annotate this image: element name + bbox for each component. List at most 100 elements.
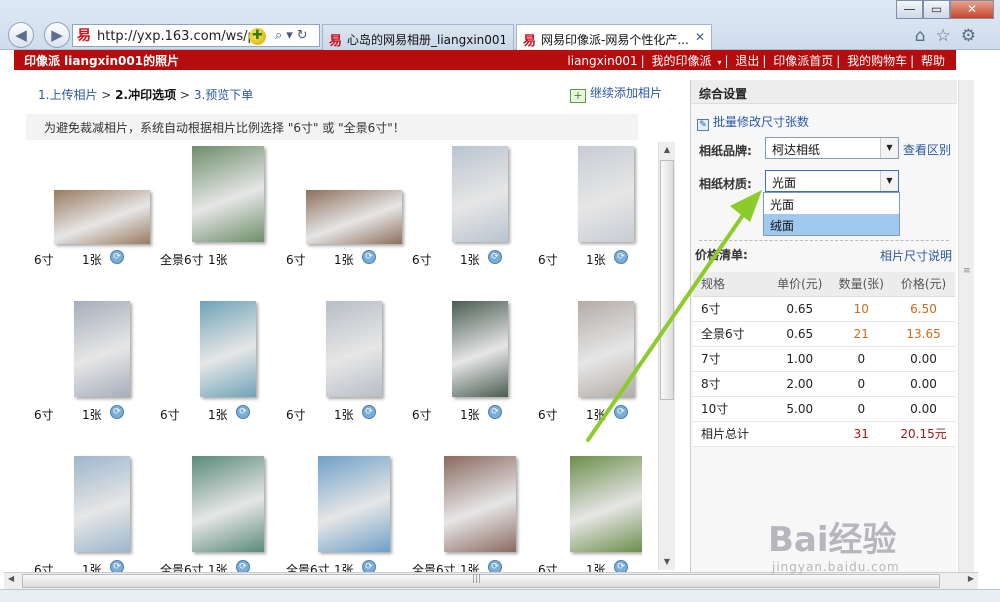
rotate-icon[interactable]: ⟳ (488, 250, 502, 264)
photo-qty[interactable]: 1张 (334, 251, 354, 268)
photo-size[interactable]: 6寸 (538, 561, 558, 572)
photo-size[interactable]: 6寸 (34, 406, 54, 423)
photo-thumbnail[interactable] (192, 456, 264, 552)
photo-item[interactable]: 全景6寸 1张 ⟳ (274, 452, 394, 572)
grid-scrollbar[interactable]: ▲ ▼ (658, 142, 675, 570)
photo-item[interactable]: 6寸 1张 ⟳ (526, 142, 642, 292)
photo-qty[interactable]: 1张 (82, 251, 102, 268)
photo-size[interactable]: 6寸 (538, 406, 558, 423)
photo-thumbnail[interactable] (74, 456, 130, 552)
photo-size[interactable]: 全景6寸 (160, 251, 204, 268)
photo-item[interactable]: 全景6寸 1张 ⟳ (400, 452, 520, 572)
photo-item[interactable]: 6寸 1张 ⟳ (22, 297, 142, 447)
photo-thumbnail[interactable] (192, 146, 264, 242)
chevron-down-icon[interactable]: ▼ (880, 138, 898, 158)
link-my-yinxiangpai[interactable]: 我的印像派 (648, 54, 714, 68)
back-icon[interactable]: ◀ (8, 22, 34, 48)
scroll-down-icon[interactable]: ▼ (659, 554, 675, 570)
photo-size[interactable]: 6寸 (34, 561, 54, 572)
photo-thumbnail[interactable] (318, 456, 390, 552)
photo-size[interactable]: 全景6寸 (412, 561, 456, 572)
forward-icon[interactable]: ▶ (44, 22, 70, 48)
rotate-icon[interactable]: ⟳ (362, 405, 376, 419)
photo-qty[interactable]: 1张 (208, 561, 228, 572)
photo-size[interactable]: 6寸 (412, 406, 432, 423)
photo-qty[interactable]: 1张 (586, 561, 606, 572)
page-scrollbar[interactable]: ≡ (958, 80, 974, 572)
paper-material-select[interactable]: 光面 ▼ (765, 170, 899, 192)
rotate-icon[interactable]: ⟳ (110, 560, 124, 572)
photo-qty[interactable]: 1张 (82, 561, 102, 572)
rotate-icon[interactable]: ⟳ (614, 250, 628, 264)
option-matte[interactable]: 绒面 (764, 214, 899, 235)
chevron-down-icon[interactable]: ▾ (714, 58, 724, 67)
tab-photo-album[interactable]: 易 心岛的网易相册_liangxin001... (322, 24, 514, 50)
photo-size[interactable]: 6寸 (160, 406, 180, 423)
photo-item[interactable]: 6寸 1张 ⟳ (22, 142, 150, 292)
photo-thumbnail[interactable] (578, 146, 634, 242)
link-cart[interactable]: 我的购物车 (844, 54, 910, 68)
close-window-icon[interactable]: ✕ (950, 0, 994, 19)
tab-yinxiangpai[interactable]: 易 网易印像派-网易个性化产... ✕ (516, 24, 712, 51)
photo-thumbnail[interactable] (74, 301, 130, 397)
photo-item[interactable]: 6寸 1张 ⟳ (526, 297, 642, 447)
rotate-icon[interactable]: ⟳ (614, 560, 628, 572)
maximize-icon[interactable]: ▭ (923, 0, 950, 19)
download-plugin-icon[interactable]: ✚ (249, 28, 266, 45)
photo-thumbnail[interactable] (54, 190, 150, 244)
close-tab-icon[interactable]: ✕ (695, 30, 705, 44)
photo-thumbnail[interactable] (578, 301, 634, 397)
photo-thumbnail[interactable] (444, 456, 516, 552)
option-glossy[interactable]: 光面 (764, 193, 899, 214)
photo-item[interactable]: 6寸 1张 ⟳ (526, 452, 642, 572)
settings-gear-icon[interactable]: ⚙ (961, 26, 986, 46)
rotate-icon[interactable]: ⟳ (236, 405, 250, 419)
step-preview-order[interactable]: 3.预览下单 (194, 88, 253, 102)
photo-thumbnail[interactable] (200, 301, 256, 397)
address-bar[interactable]: 易 http://yxp.163.com/ws/ph ✚ ⌕▾↻ (72, 24, 320, 47)
scroll-left-icon[interactable]: ◀ (8, 574, 14, 583)
photo-qty[interactable]: 1张 (334, 406, 354, 423)
photo-thumbnail[interactable] (306, 190, 402, 244)
scroll-thumb[interactable] (660, 160, 674, 400)
photo-size[interactable]: 6寸 (34, 251, 54, 268)
paper-brand-select[interactable]: 柯达相纸 ▼ (765, 137, 899, 159)
photo-qty[interactable]: 1张 (586, 251, 606, 268)
compare-link[interactable]: 查看区别 (903, 141, 951, 158)
home-icon[interactable]: ⌂ (915, 26, 936, 46)
rotate-icon[interactable]: ⟳ (488, 560, 502, 572)
rotate-icon[interactable]: ⟳ (110, 250, 124, 264)
photo-qty[interactable]: 1张 (334, 561, 354, 572)
photo-item[interactable]: 6寸 1张 ⟳ (148, 297, 268, 447)
scroll-up-icon[interactable]: ▲ (659, 142, 675, 158)
photo-thumbnail[interactable] (452, 301, 508, 397)
photo-item[interactable]: 6寸 1张 ⟳ (274, 297, 394, 447)
photo-qty[interactable]: 1张 (460, 251, 480, 268)
url-text[interactable]: http://yxp.163.com/ws/ph (97, 29, 264, 44)
search-refresh-icons[interactable]: ⌕▾↻ (275, 28, 312, 43)
photo-qty[interactable]: 1张 (586, 406, 606, 423)
favorites-star-icon[interactable]: ☆ (936, 26, 961, 46)
photo-item[interactable]: 6寸 1张 ⟳ (400, 142, 520, 292)
photo-item[interactable]: 全景6寸 1张 (148, 142, 268, 292)
photo-thumbnail[interactable] (452, 146, 508, 242)
photo-thumbnail[interactable] (570, 456, 642, 552)
rotate-icon[interactable]: ⟳ (614, 405, 628, 419)
rotate-icon[interactable]: ⟳ (488, 405, 502, 419)
link-help[interactable]: 帮助 (918, 54, 948, 68)
photo-thumbnail[interactable] (326, 301, 382, 397)
add-more-photos-button[interactable]: + 继续添加相片 (570, 84, 662, 103)
photo-item[interactable]: 6寸 1张 ⟳ (400, 297, 520, 447)
size-note-link[interactable]: 相片尺寸说明 (880, 247, 952, 264)
photo-size[interactable]: 6寸 (412, 251, 432, 268)
photo-item[interactable]: 6寸 1张 ⟳ (22, 452, 142, 572)
photo-item[interactable]: 全景6寸 1张 ⟳ (148, 452, 268, 572)
photo-item[interactable]: 6寸 1张 ⟳ (274, 142, 402, 292)
photo-qty[interactable]: 1张 (208, 251, 228, 268)
photo-qty[interactable]: 1张 (460, 406, 480, 423)
link-logout[interactable]: 退出 (732, 54, 762, 68)
rotate-icon[interactable]: ⟳ (362, 250, 376, 264)
photo-size[interactable]: 全景6寸 (160, 561, 204, 572)
photo-qty[interactable]: 1张 (460, 561, 480, 572)
photo-size[interactable]: 6寸 (286, 406, 306, 423)
